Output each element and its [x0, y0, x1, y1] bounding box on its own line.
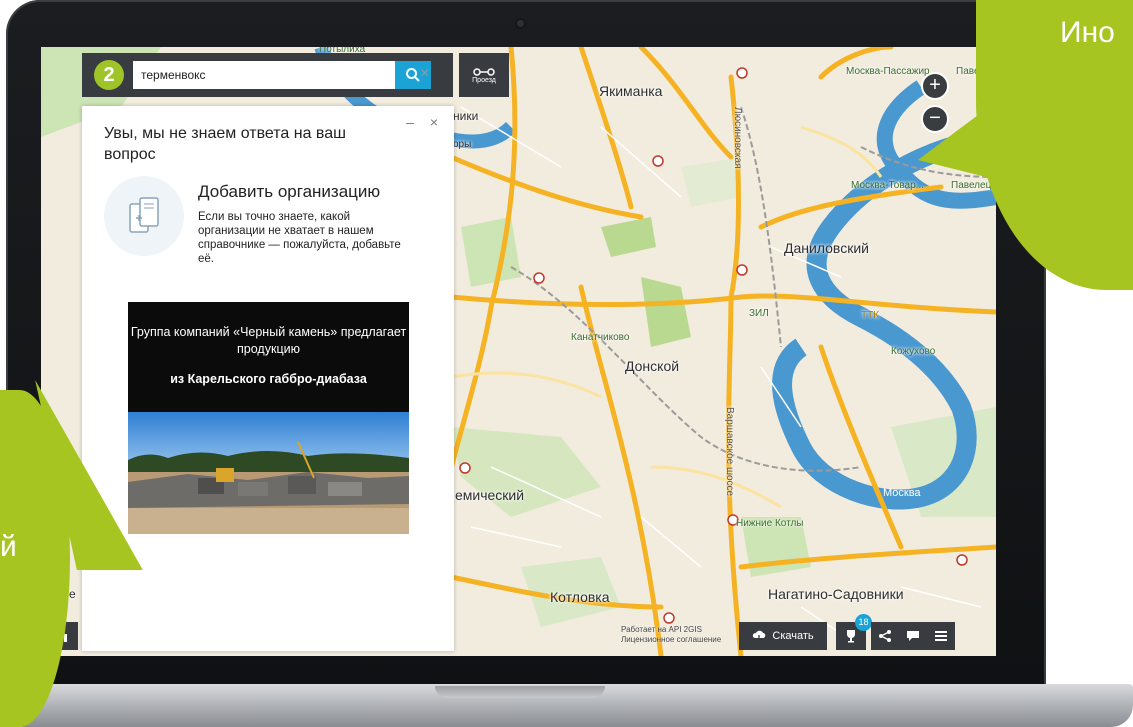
map-label-moskva-tovar: Москва-Товар...	[851, 180, 925, 191]
panel-title: Увы, мы не знаем ответа на ваш вопрос	[104, 125, 346, 163]
map-label-yakimanka: Якиманка	[599, 83, 663, 99]
comment-icon[interactable]	[906, 629, 920, 643]
map-screen[interactable]: Якиманка Даниловский Донской Нагатино-Са…	[41, 47, 996, 656]
zoom-in-button[interactable]: +	[921, 72, 949, 100]
ad-text: Группа компаний «Черный камень» предлага…	[130, 325, 407, 356]
map-label-kozhuhovo: Кожухово	[891, 346, 936, 357]
add-organization-icon[interactable]	[104, 176, 184, 256]
map-label-kotlovka: Котловка	[550, 589, 610, 605]
map-label-gory: оры	[453, 139, 472, 150]
callout-left-text: й	[0, 530, 17, 563]
clear-icon[interactable]: ×	[420, 65, 429, 83]
actions-group	[871, 622, 955, 650]
map-label-nagatino: Нагатино-Садовники	[768, 586, 904, 602]
camera-icon	[517, 20, 524, 27]
route-label: Проезд	[472, 76, 496, 84]
map-label-zil: ЗИЛ	[749, 308, 769, 319]
map-label-danilovsky: Даниловский	[784, 240, 869, 256]
map-label-ttk: ТТК	[861, 310, 880, 321]
add-organization-text: Если вы точно знаете, какой организации …	[198, 211, 401, 265]
download-icon	[753, 630, 766, 642]
api-note[interactable]: Работает на API 2GIS Лицензионное соглаш…	[621, 625, 721, 645]
share-icon[interactable]	[878, 629, 892, 643]
achievements-badge: 18	[855, 614, 872, 631]
laptop-notch	[435, 686, 605, 698]
ad-text-bold: из Карельского габбро-диабаза	[170, 372, 367, 386]
map-label-donskoy: Донской	[625, 358, 680, 374]
map-label-varshavskoe: Варшавское шоссе	[724, 407, 735, 497]
panel-controls[interactable]: – ×	[406, 114, 444, 130]
add-organization-link[interactable]: Добавить организацию	[198, 182, 380, 202]
route-icon	[473, 67, 495, 76]
map-label-chemicky: емический	[455, 487, 525, 503]
trophy-icon	[847, 630, 855, 643]
quarry-photo	[128, 412, 409, 534]
search-icon	[406, 68, 420, 82]
download-button[interactable]: Скачать	[739, 622, 827, 650]
route-button[interactable]: Проезд	[459, 53, 509, 97]
map-label-kanatchikovo: Канатчиково	[571, 332, 630, 343]
map-label-nizhnie-kotly: Нижние Котлы	[736, 518, 804, 529]
map-label-lyusinovskaya: Люсиновская	[732, 107, 743, 169]
map-label-niki: ники	[453, 109, 479, 123]
callout-right-text: Ино	[1060, 16, 1115, 49]
download-label: Скачать	[772, 630, 814, 642]
search-bar: 2 ×	[82, 53, 453, 97]
map-label-moskva-river: Москва	[883, 487, 921, 499]
ad-banner[interactable]: Группа компаний «Черный камень» предлага…	[128, 302, 409, 534]
search-input[interactable]	[133, 61, 395, 89]
menu-icon[interactable]	[934, 629, 948, 643]
logo-icon: 2	[94, 60, 124, 90]
